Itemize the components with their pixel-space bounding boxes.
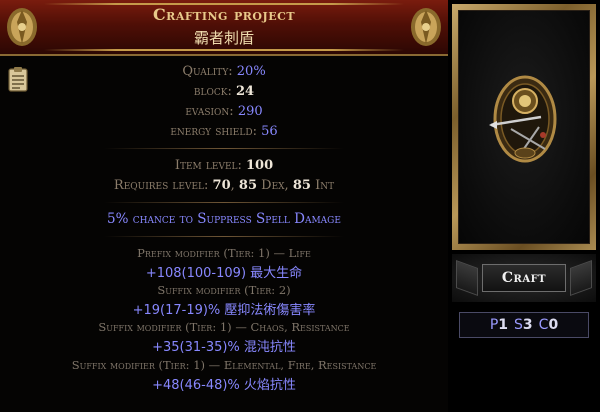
item-level-value: 100 [246,158,274,173]
socket-c: C0 [539,317,559,333]
socket-summary: P1 S3 C0 [459,312,589,338]
item-art-frame [452,4,596,250]
modifier-label: Prefix modifier (Tier: 1) — Life [137,246,311,260]
socket-s-label: S [514,317,523,333]
modifier-label: Suffix modifier (Tier: 1) — Chaos, Resis… [98,320,350,334]
property-quality: Quality: 20% [0,64,448,79]
section-divider [104,236,344,237]
property-label: block: [193,84,232,99]
modifier-value: +35(31-35)% 混沌抗性 [152,340,296,355]
property-value: 290 [237,104,263,119]
socket-s-value: 3 [522,317,533,333]
socket-c-label: C [538,317,549,333]
property-value: 56 [261,124,278,139]
modifier-value: +48(46-48)% 火焰抗性 [152,378,296,393]
property-value: 24 [236,84,255,99]
modifier-value: +19(17-19)% 壓抑法術傷害率 [132,303,316,318]
item-tooltip: Crafting project 霸者刺盾 Quality: 20% block… [0,0,448,412]
property-value: 20% [236,64,266,79]
modifier-label: Suffix modifier (Tier: 1) — Elemental, F… [71,358,377,372]
requires-dex: 85 [238,178,257,193]
requirements-line: Requires level: 70, 85 Dex, 85 Int [113,178,335,193]
button-wing-right [570,259,592,297]
item-title: Crafting project [152,5,296,24]
property-block: block: 24 [0,84,448,99]
item-name: 霸者刺盾 [193,29,254,47]
socket-p: P1 [490,317,508,333]
property-label: Quality: [182,64,233,79]
int-label: Int [315,178,335,193]
item-level-label: Item level: [174,158,242,173]
modifier-label: Suffix modifier (Tier: 2) [157,283,291,297]
socket-s: S3 [514,317,533,333]
requires-level: 70 [212,178,231,193]
item-level-line: Item level: 100 [0,158,448,173]
property-label: evasion: [185,104,234,119]
property-label: energy shield: [170,124,257,139]
dex-label: Dex, [261,178,289,193]
shield-item-icon [481,63,569,177]
section-divider [104,148,344,149]
requires-label: Requires level: [113,178,209,193]
property-energy-shield: energy shield: 56 [0,124,448,139]
modifier-value: +108(100-109) 最大生命 [145,266,303,281]
section-divider [104,202,344,203]
button-wing-left [456,259,478,297]
craft-button-container: Craft [452,254,596,302]
header-rule-bottom [44,49,404,51]
item-header: Crafting project 霸者刺盾 [0,0,448,56]
property-evasion: evasion: 290 [0,104,448,119]
socket-p-value: 1 [498,317,509,333]
item-art-slot[interactable] [458,10,590,244]
implicit-modifier: 5% chance to Suppress Spell Damage [107,211,341,227]
requires-int: 85 [292,178,311,193]
socket-p-label: P [489,317,499,333]
socket-c-value: 0 [548,317,559,333]
craft-button[interactable]: Craft [482,264,566,292]
